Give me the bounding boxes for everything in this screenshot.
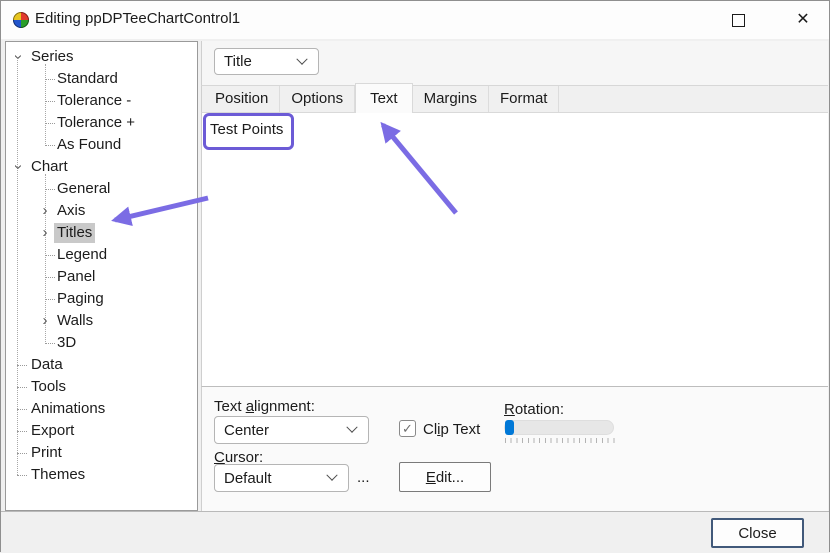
tree-item-label: Panel bbox=[54, 267, 98, 287]
cursor-value: Default bbox=[224, 470, 328, 487]
tree-connector bbox=[17, 409, 27, 410]
tree-item-panel[interactable]: Panel bbox=[6, 266, 197, 288]
tree-item-label: Series bbox=[28, 47, 77, 67]
title-part-select[interactable]: Title bbox=[214, 48, 319, 75]
tab-margins[interactable]: Margins bbox=[413, 86, 489, 112]
title-part-value: Title bbox=[224, 53, 298, 70]
text-alignment-select[interactable]: Center bbox=[214, 416, 369, 444]
tree-item-as-found[interactable]: As Found bbox=[6, 134, 197, 156]
text-alignment-value: Center bbox=[224, 422, 348, 439]
edit-button-label: Edit... bbox=[426, 469, 464, 486]
collapsed-chevron-icon[interactable]: › bbox=[39, 201, 51, 221]
collapsed-chevron-icon[interactable]: › bbox=[39, 223, 51, 243]
tab-format[interactable]: Format bbox=[489, 86, 560, 112]
tree-item-label: Titles bbox=[54, 223, 95, 243]
tree-item-titles[interactable]: ›Titles bbox=[6, 222, 197, 244]
tree-connector bbox=[17, 365, 27, 366]
tree-item-label: Export bbox=[28, 421, 77, 441]
text-alignment-label: Text alignment: bbox=[214, 398, 315, 415]
chevron-down-icon bbox=[346, 422, 357, 433]
tree-item-label: Data bbox=[28, 355, 66, 375]
tree: ›SeriesStandardTolerance -Tolerance +As … bbox=[5, 41, 198, 511]
chart-editor-dialog: Editing ppDPTeeChartControl1 ✕ ›SeriesSt… bbox=[0, 0, 830, 552]
tree-item-walls[interactable]: ›Walls bbox=[6, 310, 197, 332]
cursor-more-button[interactable]: ... bbox=[357, 469, 370, 486]
tree-item-label: General bbox=[54, 179, 113, 199]
tree-connector bbox=[17, 387, 27, 388]
window-title: Editing ppDPTeeChartControl1 bbox=[35, 10, 240, 27]
tree-item-legend[interactable]: Legend bbox=[6, 244, 197, 266]
tree-item-label: Print bbox=[28, 443, 65, 463]
title-text-memo[interactable]: Test Points bbox=[201, 113, 828, 387]
tree-item-themes[interactable]: Themes bbox=[6, 464, 197, 486]
title-bar: Editing ppDPTeeChartControl1 ✕ bbox=[1, 1, 829, 39]
teechart-pie-icon bbox=[13, 12, 29, 28]
tree-item-tolerance[interactable]: Tolerance - bbox=[6, 90, 197, 112]
maximize-button[interactable] bbox=[715, 1, 761, 39]
tab-bar: PositionOptionsTextMarginsFormat bbox=[201, 86, 828, 113]
tree-item-label: Animations bbox=[28, 399, 108, 419]
tree-item-series[interactable]: ›Series bbox=[6, 46, 197, 68]
tree-item-label: Legend bbox=[54, 245, 110, 265]
tree-item-label: Paging bbox=[54, 289, 107, 309]
tree-item-label: Standard bbox=[54, 69, 121, 89]
tree-connector bbox=[17, 431, 27, 432]
tab-options[interactable]: Options bbox=[280, 86, 355, 112]
chevron-down-icon bbox=[296, 53, 307, 64]
rotation-slider[interactable] bbox=[504, 420, 614, 435]
close-button[interactable]: Close bbox=[711, 518, 804, 548]
tree-item-paging[interactable]: Paging bbox=[6, 288, 197, 310]
tree-item-label: Tools bbox=[28, 377, 69, 397]
tree-item-animations[interactable]: Animations bbox=[6, 398, 197, 420]
clip-text-checkbox[interactable]: ✓ bbox=[399, 420, 416, 437]
tree-item-3d[interactable]: 3D bbox=[6, 332, 197, 354]
close-icon: ✕ bbox=[796, 12, 809, 28]
tree-item-chart[interactable]: ›Chart bbox=[6, 156, 197, 178]
memo-text: Test Points bbox=[210, 121, 283, 138]
tree-item-general[interactable]: General bbox=[6, 178, 197, 200]
tree-item-tools[interactable]: Tools bbox=[6, 376, 197, 398]
tree-item-label: 3D bbox=[54, 333, 79, 353]
close-button-label: Close bbox=[738, 525, 776, 542]
collapsed-chevron-icon[interactable]: › bbox=[39, 311, 51, 331]
tree-item-export[interactable]: Export bbox=[6, 420, 197, 442]
tree-item-label: Walls bbox=[54, 311, 96, 331]
tab-text[interactable]: Text bbox=[355, 83, 413, 113]
chevron-down-icon bbox=[326, 470, 337, 481]
tree-connector bbox=[17, 453, 27, 454]
rotation-slider-thumb[interactable] bbox=[505, 420, 514, 435]
expanded-chevron-icon[interactable]: › bbox=[8, 161, 28, 173]
expanded-chevron-icon[interactable]: › bbox=[8, 51, 28, 63]
cursor-select[interactable]: Default bbox=[214, 464, 349, 492]
tree-item-label: Themes bbox=[28, 465, 88, 485]
tree-item-label: Axis bbox=[54, 201, 88, 221]
tree-item-tolerance[interactable]: Tolerance + bbox=[6, 112, 197, 134]
rotation-slider-ticks bbox=[505, 438, 615, 443]
check-icon: ✓ bbox=[402, 422, 413, 435]
tree-item-label: Tolerance + bbox=[54, 113, 138, 133]
tree-item-label: Chart bbox=[28, 157, 71, 177]
rotation-label: Rotation: bbox=[504, 401, 564, 418]
dialog-footer bbox=[1, 511, 829, 552]
close-window-button[interactable]: ✕ bbox=[780, 1, 826, 39]
tree-item-print[interactable]: Print bbox=[6, 442, 197, 464]
tree-item-axis[interactable]: ›Axis bbox=[6, 200, 197, 222]
maximize-icon bbox=[732, 14, 745, 27]
tree-connector bbox=[17, 475, 27, 476]
clip-text-label[interactable]: Clip Text bbox=[423, 421, 480, 438]
tab-position[interactable]: Position bbox=[204, 86, 280, 112]
tree-item-label: Tolerance - bbox=[54, 91, 134, 111]
edit-button[interactable]: Edit... bbox=[399, 462, 491, 492]
tree-item-standard[interactable]: Standard bbox=[6, 68, 197, 90]
tree-item-data[interactable]: Data bbox=[6, 354, 197, 376]
tree-item-label: As Found bbox=[54, 135, 124, 155]
